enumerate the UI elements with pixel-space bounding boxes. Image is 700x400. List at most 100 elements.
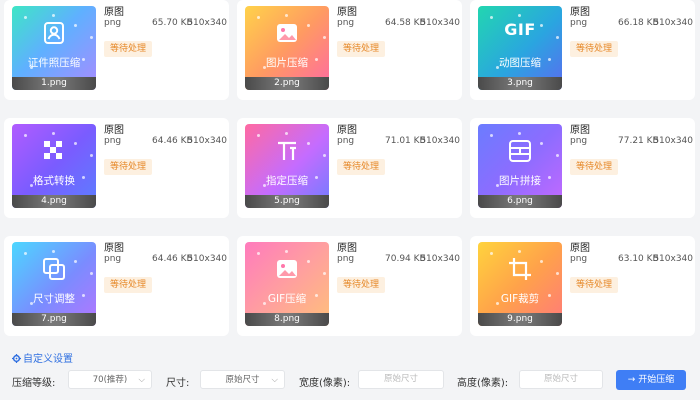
image-dimensions: 510x340	[187, 136, 227, 146]
original-label: 原图	[104, 7, 124, 18]
image-dimensions: 510x340	[653, 254, 693, 264]
image-thumbnail[interactable]: 图片拼接 6.png	[478, 124, 562, 208]
resize-icon	[12, 256, 96, 286]
custom-settings-label: 自定义设置	[23, 354, 73, 365]
image-dimensions: 510x340	[420, 254, 460, 264]
thumbnail-title: 尺寸调整	[33, 293, 75, 305]
image-icon	[245, 256, 329, 286]
image-thumbnail[interactable]: GIF压缩 8.png	[245, 242, 329, 326]
status-badge: 等待处理	[337, 277, 386, 293]
original-label: 原图	[337, 7, 357, 18]
width-input[interactable]: 原始尺寸	[358, 370, 444, 389]
checker-icon	[12, 138, 96, 168]
status-badge: 等待处理	[337, 159, 386, 175]
file-format: png	[104, 254, 122, 264]
original-label: 原图	[570, 243, 590, 254]
image-dimensions: 510x340	[187, 254, 227, 264]
text-t-icon	[245, 138, 329, 168]
original-label: 原图	[104, 125, 124, 136]
status-badge: 等待处理	[104, 41, 153, 57]
gear-icon	[12, 354, 21, 363]
file-name: 4.png	[12, 195, 96, 208]
width-label: 宽度(像素):	[299, 378, 351, 389]
image-thumbnail[interactable]: 尺寸调整 7.png	[12, 242, 96, 326]
image-grid: 证件照压缩 1.png 原图 png 65.70 KB 510x340 等待处理 图片压缩 2.…	[0, 0, 700, 340]
image-card[interactable]: 尺寸调整 7.png 原图 png 64.46 KB 510x340 等待处理	[4, 236, 229, 336]
sparkle-decoration	[24, 134, 27, 137]
original-label: 原图	[570, 7, 590, 18]
sparkle-decoration	[285, 14, 288, 17]
original-label: 原图	[570, 125, 590, 136]
image-card[interactable]: 指定压缩 5.png 原图 png 71.01 KB 510x340 等待处理	[237, 118, 462, 218]
image-thumbnail[interactable]: 格式转换 4.png	[12, 124, 96, 208]
image-card[interactable]: 图片拼接 6.png 原图 png 77.21 KB 510x340 等待处理	[470, 118, 695, 218]
image-card[interactable]: 证件照压缩 1.png 原图 png 65.70 KB 510x340 等待处理	[4, 0, 229, 100]
status-badge: 等待处理	[104, 277, 153, 293]
status-badge: 等待处理	[337, 41, 386, 57]
sparkle-decoration	[52, 132, 55, 135]
sparkle-decoration	[52, 250, 55, 253]
image-card[interactable]: GIF裁剪 9.png 原图 png 63.10 KB 510x340 等待处理	[470, 236, 695, 336]
thumbnail-title: GIF裁剪	[500, 293, 540, 305]
start-compress-button[interactable]: → 开始压缩	[616, 370, 686, 390]
sparkle-decoration	[285, 250, 288, 253]
file-name: 7.png	[12, 313, 96, 326]
size-label: 尺寸:	[166, 378, 190, 389]
collage-icon	[478, 138, 562, 168]
thumbnail-title: GIF压缩	[267, 293, 307, 305]
file-name: 9.png	[478, 313, 562, 326]
file-format: png	[337, 18, 355, 28]
image-dimensions: 510x340	[420, 136, 460, 146]
file-name: 1.png	[12, 77, 96, 90]
compression-level-select[interactable]: 70(推荐) ⌵	[68, 370, 152, 389]
original-label: 原图	[104, 243, 124, 254]
sparkle-decoration	[257, 16, 260, 19]
sparkle-decoration	[24, 16, 27, 19]
gif-icon: GIF	[478, 20, 562, 39]
thumbnail-title: 指定压缩	[266, 175, 308, 187]
image-card[interactable]: 格式转换 4.png 原图 png 64.46 KB 510x340 等待处理	[4, 118, 229, 218]
file-name: 6.png	[478, 195, 562, 208]
sparkle-decoration	[52, 14, 55, 17]
size-select[interactable]: 原始尺寸 ⌵	[200, 370, 285, 389]
sparkle-decoration	[490, 134, 493, 137]
compression-level-label: 压缩等级:	[12, 378, 56, 389]
image-thumbnail[interactable]: 指定压缩 5.png	[245, 124, 329, 208]
thumbnail-title: 图片拼接	[499, 175, 541, 187]
image-thumbnail[interactable]: GIF 动图压缩 3.png	[478, 6, 562, 90]
image-card[interactable]: GIF 动图压缩 3.png 原图 png 66.18 KB 510x340 等待处理	[470, 0, 695, 100]
crop-icon	[478, 256, 562, 286]
image-dimensions: 510x340	[187, 18, 227, 28]
image-dimensions: 510x340	[420, 18, 460, 28]
file-format: png	[104, 18, 122, 28]
thumbnail-title: 图片压缩	[266, 57, 308, 69]
file-name: 2.png	[245, 77, 329, 90]
image-thumbnail[interactable]: GIF裁剪 9.png	[478, 242, 562, 326]
image-card[interactable]: 图片压缩 2.png 原图 png 64.58 KB 510x340 等待处理	[237, 0, 462, 100]
image-dimensions: 510x340	[653, 136, 693, 146]
image-card[interactable]: GIF压缩 8.png 原图 png 70.94 KB 510x340 等待处理	[237, 236, 462, 336]
arrow-right-icon: →	[627, 375, 639, 385]
sparkle-decoration	[285, 132, 288, 135]
original-label: 原图	[337, 243, 357, 254]
file-format: png	[570, 136, 588, 146]
image-thumbnail[interactable]: 图片压缩 2.png	[245, 6, 329, 90]
thumbnail-title: 格式转换	[33, 175, 75, 187]
image-icon	[245, 20, 329, 50]
custom-settings-toggle[interactable]: 自定义设置	[12, 350, 73, 365]
file-name: 3.png	[478, 77, 562, 90]
file-format: png	[337, 254, 355, 264]
sparkle-decoration	[24, 252, 27, 255]
status-badge: 等待处理	[570, 277, 619, 293]
status-badge: 等待处理	[104, 159, 153, 175]
height-label: 高度(像素):	[457, 378, 509, 389]
thumbnail-title: 动图压缩	[499, 57, 541, 69]
image-thumbnail[interactable]: 证件照压缩 1.png	[12, 6, 96, 90]
start-compress-label: 开始压缩	[638, 375, 675, 385]
sparkle-decoration	[518, 14, 521, 17]
image-dimensions: 510x340	[653, 18, 693, 28]
file-format: png	[570, 18, 588, 28]
chevron-down-icon: ⌵	[271, 375, 278, 385]
size-value: 原始尺寸	[225, 375, 260, 385]
height-input[interactable]: 原始尺寸	[519, 370, 603, 389]
